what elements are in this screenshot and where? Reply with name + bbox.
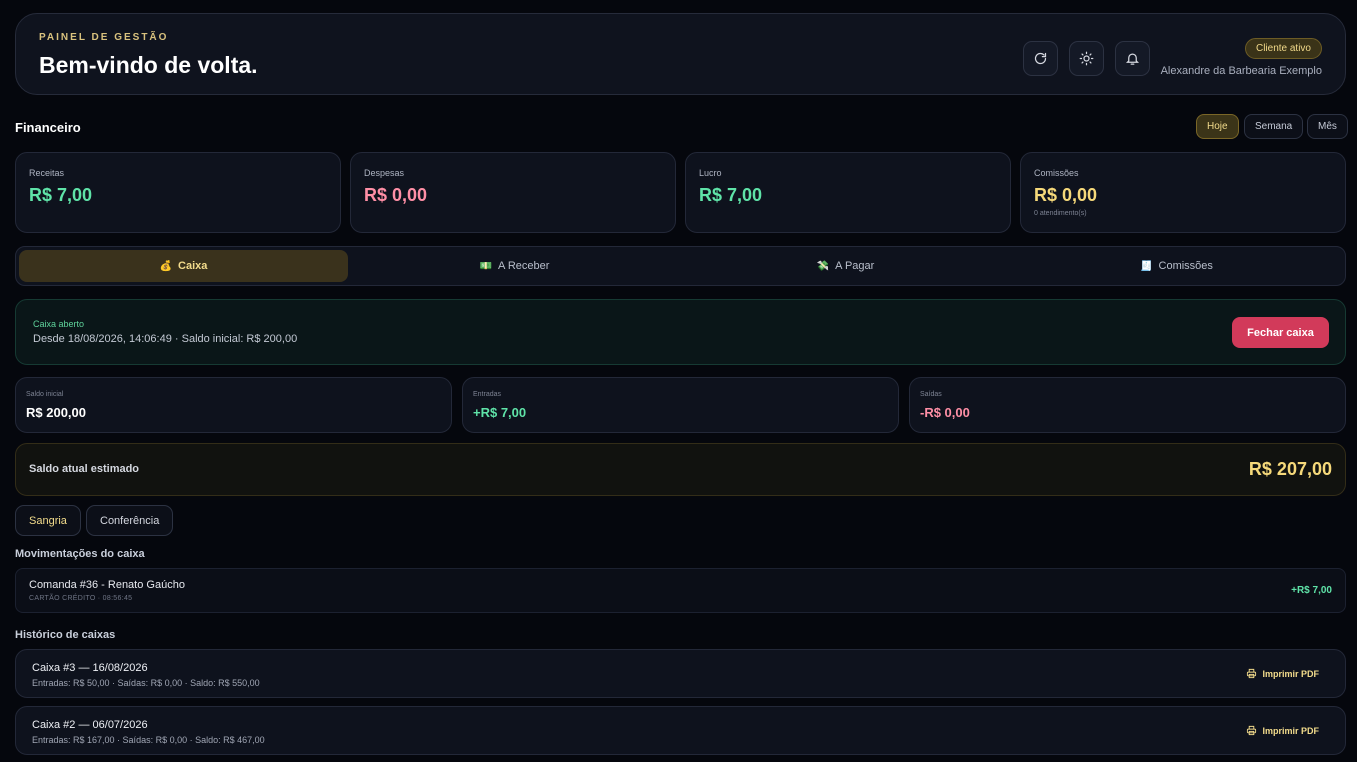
stat-card-receitas: Receitas R$ 7,00 xyxy=(15,152,341,233)
receipt-icon: 🧾 xyxy=(1140,260,1153,272)
money-wings-icon: 💸 xyxy=(816,260,830,272)
balance-label: Saldo atual estimado xyxy=(29,463,140,475)
tab-comissoes[interactable]: 🧾 Comissões xyxy=(1012,250,1341,282)
tab-label: Caixa xyxy=(178,260,208,272)
movement-title: Comanda #36 - Renato Gaúcho xyxy=(29,579,185,591)
conferencia-button[interactable]: Conferência xyxy=(86,505,174,536)
movement-sub: CARTÃO CRÉDITO · 08:56:45 xyxy=(29,595,133,602)
user-name: Alexandre da Barbearia Exemplo xyxy=(1160,65,1322,77)
theme-toggle-button[interactable] xyxy=(1069,41,1104,76)
history-item: Caixa #2 — 06/07/2026 Entradas: R$ 167,0… xyxy=(15,706,1346,755)
bell-icon xyxy=(1125,53,1140,65)
summary-label: Saídas xyxy=(920,391,942,398)
summary-entradas: Entradas +R$ 7,00 xyxy=(462,377,899,433)
stat-card-lucro: Lucro R$ 7,00 xyxy=(685,152,1011,233)
history-item-title: Caixa #2 — 06/07/2026 xyxy=(32,719,148,731)
tab-label: A Pagar xyxy=(835,260,875,272)
print-pdf-button[interactable]: Imprimir PDF xyxy=(1246,725,1319,736)
range-today-button[interactable]: Hoje xyxy=(1196,114,1239,139)
summary-value: +R$ 7,00 xyxy=(473,405,527,420)
history-item: Caixa #3 — 16/08/2026 Entradas: R$ 50,00… xyxy=(15,649,1346,698)
history-item-sub: Entradas: R$ 167,00 · Saídas: R$ 0,00 · … xyxy=(32,735,265,745)
summary-value: -R$ 0,00 xyxy=(920,405,970,420)
stat-value: R$ 0,00 xyxy=(364,185,428,205)
refresh-icon xyxy=(1034,52,1047,65)
history-item-title: Caixa #3 — 16/08/2026 xyxy=(32,662,148,674)
tab-label: A Receber xyxy=(498,260,550,272)
money-bag-icon: 💰 xyxy=(159,260,173,272)
section-title-financeiro: Financeiro xyxy=(15,120,81,135)
status-badge: Cliente ativo xyxy=(1244,38,1322,59)
notifications-button[interactable] xyxy=(1115,41,1150,76)
print-pdf-label: Imprimir PDF xyxy=(1262,725,1319,736)
printer-icon xyxy=(1247,725,1257,736)
stat-value: R$ 7,00 xyxy=(699,185,763,205)
refresh-button[interactable] xyxy=(1023,41,1058,76)
balance-value: R$ 207,00 xyxy=(1248,459,1332,479)
sun-icon xyxy=(1079,51,1094,66)
stat-label: Despesas xyxy=(364,168,405,178)
summary-value: R$ 200,00 xyxy=(26,405,86,420)
tab-bar: 💰 Caixa 💵 A Receber 💸 A Pagar 🧾 Comissõe… xyxy=(15,246,1346,286)
movements-title: Movimentações do caixa xyxy=(15,548,145,560)
history-item-sub: Entradas: R$ 50,00 · Saídas: R$ 0,00 · S… xyxy=(32,678,260,688)
tab-label: Comissões xyxy=(1158,260,1213,272)
sangria-button[interactable]: Sangria xyxy=(15,505,81,536)
tab-caixa[interactable]: 💰 Caixa xyxy=(19,250,348,282)
printer-icon xyxy=(1247,668,1257,679)
range-month-button[interactable]: Mês xyxy=(1307,114,1348,139)
status-description: Desde 18/08/2026, 14:06:49 · Saldo inici… xyxy=(33,333,298,345)
tab-a-receber[interactable]: 💵 A Receber xyxy=(350,250,679,282)
status-label: Caixa aberto xyxy=(33,319,85,329)
cash-register-status: Caixa aberto Desde 18/08/2026, 14:06:49 … xyxy=(15,299,1346,365)
header-panel: PAINEL DE GESTÃO Bem-vindo de volta. Cli… xyxy=(15,13,1346,95)
stat-label: Comissões xyxy=(1034,168,1079,178)
stat-label: Receitas xyxy=(29,168,65,178)
history-title: Histórico de caixas xyxy=(15,629,116,641)
stat-label: Lucro xyxy=(699,168,722,178)
summary-saldo-inicial: Saldo inicial R$ 200,00 xyxy=(15,377,452,433)
summary-label: Entradas xyxy=(473,391,502,398)
stat-card-despesas: Despesas R$ 0,00 xyxy=(350,152,676,233)
movement-value: +R$ 7,00 xyxy=(1291,585,1332,596)
stat-sub: 0 atendimento(s) xyxy=(1034,210,1087,217)
page-title: Bem-vindo de volta. xyxy=(39,52,258,78)
list-item[interactable]: Comanda #36 - Renato Gaúcho CARTÃO CRÉDI… xyxy=(15,568,1346,613)
summary-label: Saldo inicial xyxy=(26,391,64,398)
print-pdf-label: Imprimir PDF xyxy=(1262,668,1319,679)
print-pdf-button[interactable]: Imprimir PDF xyxy=(1246,668,1319,679)
range-week-button[interactable]: Semana xyxy=(1244,114,1304,139)
stat-value: R$ 0,00 xyxy=(1034,185,1098,205)
stat-card-comissoes: Comissões R$ 0,00 0 atendimento(s) xyxy=(1020,152,1346,233)
summary-saidas: Saídas -R$ 0,00 xyxy=(909,377,1346,433)
close-register-button[interactable]: Fechar caixa xyxy=(1232,317,1329,348)
banknote-icon: 💵 xyxy=(479,260,493,272)
estimated-balance: Saldo atual estimado R$ 207,00 xyxy=(15,443,1346,496)
stat-value: R$ 7,00 xyxy=(29,185,93,205)
tab-a-pagar[interactable]: 💸 A Pagar xyxy=(681,250,1010,282)
header-eyebrow: PAINEL DE GESTÃO xyxy=(39,32,169,43)
